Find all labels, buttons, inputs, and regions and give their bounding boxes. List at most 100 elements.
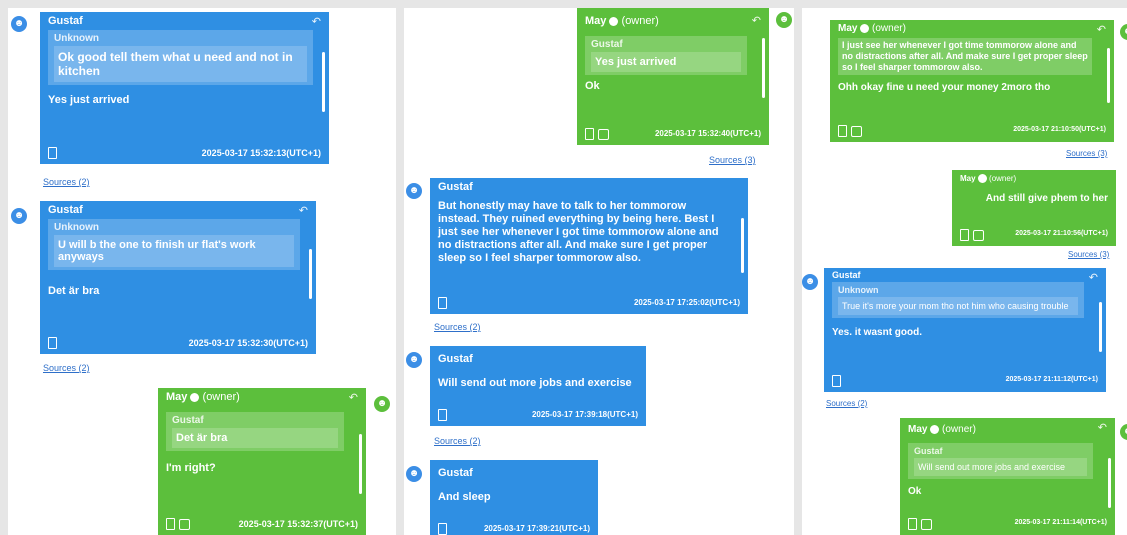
quoted-message[interactable]: Unknown True it's more your mom tho not … — [832, 282, 1084, 318]
quoted-message[interactable]: I just see her whenever I got time tommo… — [838, 38, 1092, 75]
message-bubble[interactable]: Gustaf ↶ Unknown Ok good tell them what … — [40, 12, 329, 164]
scrollbar[interactable] — [359, 434, 362, 494]
quoted-message[interactable]: Unknown U will b the one to finish ur fl… — [48, 219, 300, 270]
message-text: And sleep — [438, 491, 491, 503]
message-text: Det är bra — [48, 285, 100, 297]
message-text: And still give phem to her — [985, 193, 1108, 204]
sender-name: Gustaf — [48, 204, 83, 216]
photo-icon — [921, 518, 932, 530]
sender-name: Gustaf — [48, 15, 83, 27]
sender-name-text: May — [838, 23, 858, 34]
quote-text: I just see her whenever I got time tommo… — [842, 40, 1088, 72]
scrollbar[interactable] — [1108, 458, 1111, 508]
owner-label: (owner) — [942, 424, 976, 435]
photo-icon — [973, 229, 984, 241]
scrollbar[interactable] — [322, 52, 325, 112]
scrollbar[interactable] — [741, 218, 744, 273]
owner-label: (owner) — [202, 391, 240, 403]
reply-icon[interactable]: ↶ — [349, 391, 358, 404]
sources-link[interactable]: Sources (2) — [434, 436, 481, 446]
quoted-message[interactable]: Gustaf Det är bra — [166, 412, 344, 451]
quote-sender: Unknown — [54, 222, 99, 233]
sender-name-text: May — [166, 391, 188, 403]
message-text: Yes. it wasnt good. — [832, 327, 923, 338]
quoted-message[interactable]: Gustaf Will send out more jobs and exerc… — [908, 443, 1093, 479]
photo-icon — [179, 518, 190, 530]
message-bubble[interactable]: Gustaf ↶ Unknown True it's more your mom… — [824, 268, 1106, 392]
timestamp: 2025-03-17 17:25:02(UTC+1) — [633, 298, 740, 307]
avatar-person-icon: ☻ — [374, 396, 390, 412]
phone-icon — [838, 125, 847, 137]
timestamp: 2025-03-17 17:39:21(UTC+1) — [483, 524, 590, 533]
reply-icon[interactable]: ↶ — [752, 14, 761, 27]
quote-sender: Gustaf — [172, 415, 204, 426]
sources-link[interactable]: Sources (2) — [43, 177, 90, 187]
reply-icon[interactable]: ↶ — [1098, 421, 1107, 434]
quote-text: U will b the one to finish ur flat's wor… — [54, 235, 294, 267]
avatar-person-icon: ☻ — [406, 352, 422, 368]
message-footer: 2025-03-17 15:32:30(UTC+1) — [48, 337, 308, 351]
reply-icon[interactable]: ↶ — [1089, 271, 1098, 284]
sender-name-text: May — [908, 424, 928, 435]
sender-name: Gustaf — [438, 181, 473, 193]
chat-panel-2: May (owner) ↶ Gustaf Yes just arrived Ok… — [404, 8, 794, 535]
timestamp: 2025-03-17 21:11:14(UTC+1) — [1014, 519, 1107, 526]
smile-icon — [609, 16, 619, 26]
message-text: Will send out more jobs and exercise — [438, 377, 632, 389]
message-footer: 2025-03-17 17:39:21(UTC+1) — [438, 523, 590, 535]
avatar-person-icon: ☻ — [1120, 424, 1127, 440]
message-bubble[interactable]: May (owner) ↶ I just see her whenever I … — [830, 20, 1114, 142]
message-bubble[interactable]: May (owner) ↶ Gustaf Yes just arrived Ok… — [577, 8, 769, 145]
chat-panel-3: May (owner) ↶ I just see her whenever I … — [802, 8, 1127, 535]
timestamp: 2025-03-17 15:32:13(UTC+1) — [201, 148, 321, 158]
sender-name: May (owner) — [952, 170, 1116, 188]
scrollbar[interactable] — [762, 38, 765, 98]
message-text: I'm right? — [166, 462, 216, 474]
chat-panel-1: ☻ Gustaf ↶ Unknown Ok good tell them wha… — [8, 8, 396, 535]
sender-name: Gustaf — [438, 467, 473, 479]
message-footer: 2025-03-17 21:10:50(UTC+1) — [838, 125, 1106, 139]
message-bubble[interactable]: Gustaf ↶ Unknown U will b the one to fin… — [40, 201, 316, 354]
message-bubble[interactable]: May (owner) ↶ Gustaf Will send out more … — [900, 418, 1115, 535]
phone-icon — [438, 523, 447, 535]
timestamp: 2025-03-17 17:39:18(UTC+1) — [531, 410, 638, 419]
message-bubble[interactable]: May (owner) And still give phem to her 2… — [952, 170, 1116, 246]
scrollbar[interactable] — [1099, 302, 1102, 352]
message-text: Yes just arrived — [48, 94, 130, 106]
quote-sender: Unknown — [838, 285, 879, 295]
scrollbar[interactable] — [1107, 48, 1110, 103]
quoted-message[interactable]: Unknown Ok good tell them what u need an… — [48, 30, 313, 85]
message-bubble[interactable]: Gustaf But honestly may have to talk to … — [430, 178, 748, 314]
message-footer: 2025-03-17 21:11:14(UTC+1) — [908, 518, 1107, 532]
owner-label: (owner) — [872, 23, 906, 34]
avatar-person-icon: ☻ — [802, 274, 818, 290]
sources-link[interactable]: Sources (3) — [709, 155, 756, 165]
phone-icon — [832, 375, 841, 387]
phone-icon — [48, 147, 57, 159]
message-text: Ok — [585, 80, 600, 92]
message-bubble[interactable]: Gustaf And sleep 2025-03-17 17:39:21(UTC… — [430, 460, 598, 535]
sender-name: Gustaf — [438, 353, 473, 365]
avatar-person-icon: ☻ — [406, 466, 422, 482]
sender-name-text: May — [585, 15, 607, 27]
phone-icon — [48, 337, 57, 349]
phone-icon — [908, 518, 917, 530]
reply-icon[interactable]: ↶ — [1097, 23, 1106, 36]
sources-link[interactable]: Sources (3) — [1068, 250, 1109, 259]
message-text: Ok — [908, 486, 922, 497]
message-bubble[interactable]: Gustaf Will send out more jobs and exerc… — [430, 346, 646, 426]
sources-link[interactable]: Sources (2) — [43, 363, 90, 373]
timestamp: 2025-03-17 21:10:50(UTC+1) — [1013, 126, 1106, 133]
phone-icon — [960, 229, 969, 241]
sources-link[interactable]: Sources (2) — [434, 322, 481, 332]
reply-icon[interactable]: ↶ — [312, 15, 321, 28]
message-bubble[interactable]: May (owner) ↶ Gustaf Det är bra I'm righ… — [158, 388, 366, 535]
sources-link[interactable]: Sources (2) — [826, 399, 867, 408]
quoted-message[interactable]: Gustaf Yes just arrived — [585, 36, 747, 75]
phone-icon — [438, 409, 447, 421]
scrollbar[interactable] — [309, 249, 312, 299]
reply-icon[interactable]: ↶ — [299, 204, 308, 217]
quote-text: Yes just arrived — [591, 52, 741, 72]
avatar-person-icon: ☻ — [776, 12, 792, 28]
sources-link[interactable]: Sources (3) — [1066, 149, 1107, 158]
